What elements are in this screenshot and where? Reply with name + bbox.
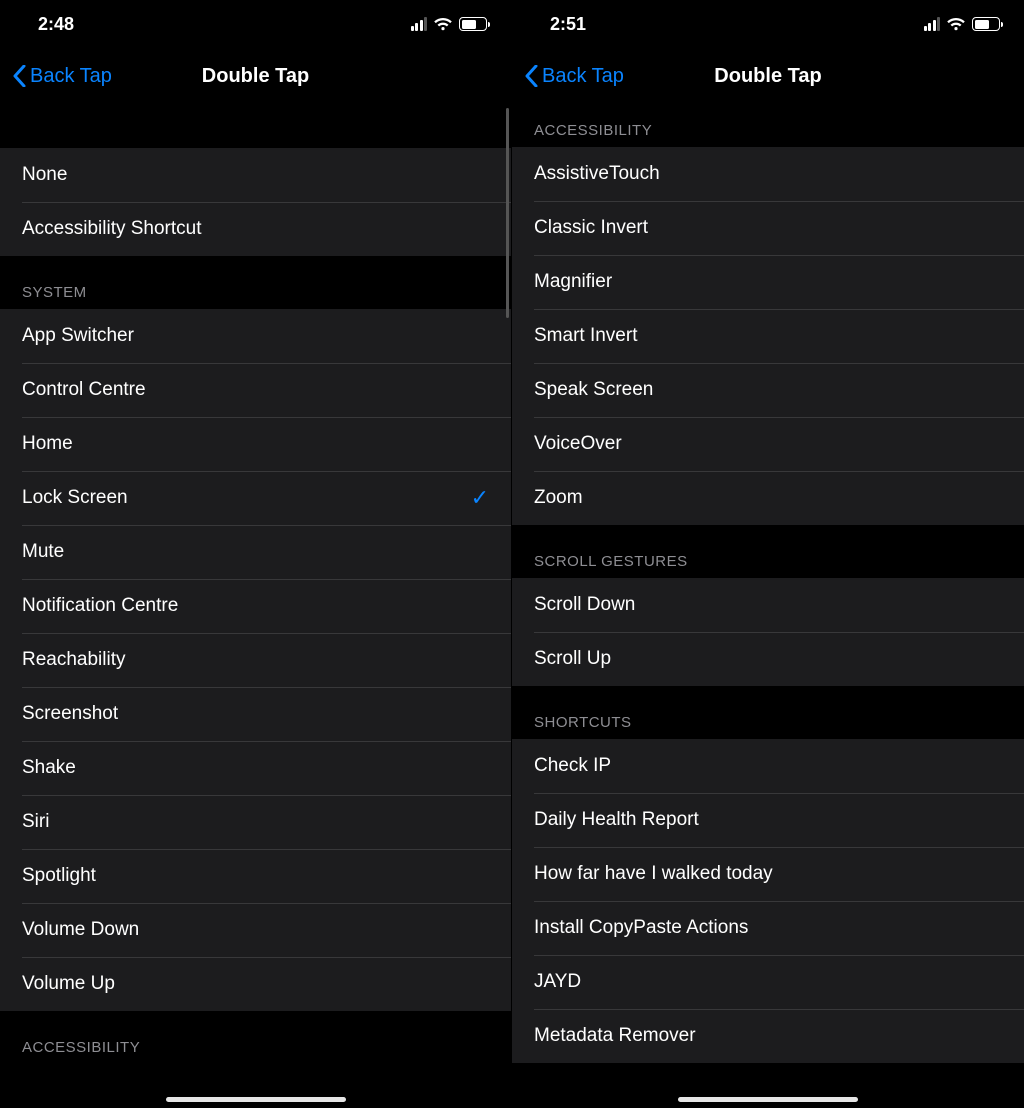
row-how-far-walked[interactable]: How far have I walked today (512, 847, 1024, 901)
row-smart-invert[interactable]: Smart Invert (512, 309, 1024, 363)
row-shake[interactable]: Shake (0, 741, 511, 795)
status-time: 2:48 (38, 14, 74, 35)
row-label: Volume Up (22, 973, 115, 995)
section-header-accessibility: Accessibility (0, 1011, 511, 1064)
row-label: VoiceOver (534, 433, 622, 455)
status-bar: 2:51 (512, 0, 1024, 48)
row-label: Mute (22, 541, 64, 563)
row-label: Siri (22, 811, 49, 833)
row-spotlight[interactable]: Spotlight (0, 849, 511, 903)
row-reachability[interactable]: Reachability (0, 633, 511, 687)
row-check-ip[interactable]: Check IP (512, 739, 1024, 793)
status-right (411, 17, 488, 31)
screenshot-left: 2:48 Back Tap Double Tap None Accessibil… (0, 0, 512, 1108)
row-volume-down[interactable]: Volume Down (0, 903, 511, 957)
row-notification-centre[interactable]: Notification Centre (0, 579, 511, 633)
row-label: Home (22, 433, 73, 455)
row-zoom[interactable]: Zoom (512, 471, 1024, 525)
row-screenshot[interactable]: Screenshot (0, 687, 511, 741)
row-label: Metadata Remover (534, 1025, 696, 1047)
row-control-centre[interactable]: Control Centre (0, 363, 511, 417)
settings-list[interactable]: Accessibility AssistiveTouch Classic Inv… (512, 104, 1024, 1108)
row-daily-health-report[interactable]: Daily Health Report (512, 793, 1024, 847)
status-bar: 2:48 (0, 0, 511, 48)
back-label: Back Tap (542, 65, 624, 88)
row-label: Control Centre (22, 379, 146, 401)
row-label: Daily Health Report (534, 809, 699, 831)
shortcuts-group: Check IP Daily Health Report How far hav… (512, 739, 1024, 1063)
section-header-scroll-gestures: Scroll Gestures (512, 525, 1024, 578)
cellular-signal-icon (411, 17, 428, 31)
back-button[interactable]: Back Tap (524, 65, 624, 88)
screenshot-right: 2:51 Back Tap Double Tap Accessibility A… (512, 0, 1024, 1108)
chevron-left-icon (12, 65, 26, 87)
row-volume-up[interactable]: Volume Up (0, 957, 511, 1011)
row-voiceover[interactable]: VoiceOver (512, 417, 1024, 471)
status-right (924, 17, 1001, 31)
row-home[interactable]: Home (0, 417, 511, 471)
row-none[interactable]: None (0, 148, 511, 202)
scroll-gestures-group: Scroll Down Scroll Up (512, 578, 1024, 686)
row-label: Reachability (22, 649, 126, 671)
row-label: Speak Screen (534, 379, 653, 401)
row-label: Notification Centre (22, 595, 178, 617)
row-label: JAYD (534, 971, 581, 993)
section-header-shortcuts: Shortcuts (512, 686, 1024, 739)
row-label: How far have I walked today (534, 863, 773, 885)
row-label: Zoom (534, 487, 583, 509)
home-indicator[interactable] (166, 1097, 346, 1102)
row-scroll-up[interactable]: Scroll Up (512, 632, 1024, 686)
wifi-icon (946, 17, 966, 31)
row-lock-screen[interactable]: Lock Screen ✓ (0, 471, 511, 525)
row-label: Magnifier (534, 271, 612, 293)
row-metadata-remover[interactable]: Metadata Remover (512, 1009, 1024, 1063)
row-speak-screen[interactable]: Speak Screen (512, 363, 1024, 417)
row-label: Accessibility Shortcut (22, 218, 202, 240)
status-time: 2:51 (550, 14, 586, 35)
row-classic-invert[interactable]: Classic Invert (512, 201, 1024, 255)
section-header-system: System (0, 256, 511, 309)
row-siri[interactable]: Siri (0, 795, 511, 849)
home-indicator[interactable] (678, 1097, 858, 1102)
battery-icon (972, 17, 1000, 31)
section-header-accessibility: Accessibility (512, 104, 1024, 147)
row-scroll-down[interactable]: Scroll Down (512, 578, 1024, 632)
nav-bar: Back Tap Double Tap (0, 48, 511, 104)
accessibility-group: AssistiveTouch Classic Invert Magnifier … (512, 147, 1024, 525)
row-label: App Switcher (22, 325, 134, 347)
row-label: Smart Invert (534, 325, 637, 347)
row-jayd[interactable]: JAYD (512, 955, 1024, 1009)
row-mute[interactable]: Mute (0, 525, 511, 579)
spacer (0, 104, 511, 148)
row-magnifier[interactable]: Magnifier (512, 255, 1024, 309)
top-group: None Accessibility Shortcut (0, 148, 511, 256)
wifi-icon (433, 17, 453, 31)
row-label: Volume Down (22, 919, 139, 941)
system-group: App Switcher Control Centre Home Lock Sc… (0, 309, 511, 1011)
back-label: Back Tap (30, 65, 112, 88)
row-label: Screenshot (22, 703, 118, 725)
row-label: Shake (22, 757, 76, 779)
nav-bar: Back Tap Double Tap (512, 48, 1024, 104)
row-label: Install CopyPaste Actions (534, 917, 748, 939)
row-label: Lock Screen (22, 487, 128, 509)
battery-icon (459, 17, 487, 31)
row-app-switcher[interactable]: App Switcher (0, 309, 511, 363)
row-label: Scroll Down (534, 594, 635, 616)
settings-list[interactable]: None Accessibility Shortcut System App S… (0, 104, 511, 1108)
checkmark-icon: ✓ (471, 485, 489, 511)
back-button[interactable]: Back Tap (12, 65, 112, 88)
chevron-left-icon (524, 65, 538, 87)
row-assistivetouch[interactable]: AssistiveTouch (512, 147, 1024, 201)
row-label: None (22, 164, 67, 186)
row-accessibility-shortcut[interactable]: Accessibility Shortcut (0, 202, 511, 256)
row-label: Classic Invert (534, 217, 648, 239)
cellular-signal-icon (924, 17, 941, 31)
row-label: Scroll Up (534, 648, 611, 670)
row-install-copypaste-actions[interactable]: Install CopyPaste Actions (512, 901, 1024, 955)
row-label: AssistiveTouch (534, 163, 660, 185)
row-label: Check IP (534, 755, 611, 777)
scrollbar[interactable] (506, 108, 509, 318)
row-label: Spotlight (22, 865, 96, 887)
